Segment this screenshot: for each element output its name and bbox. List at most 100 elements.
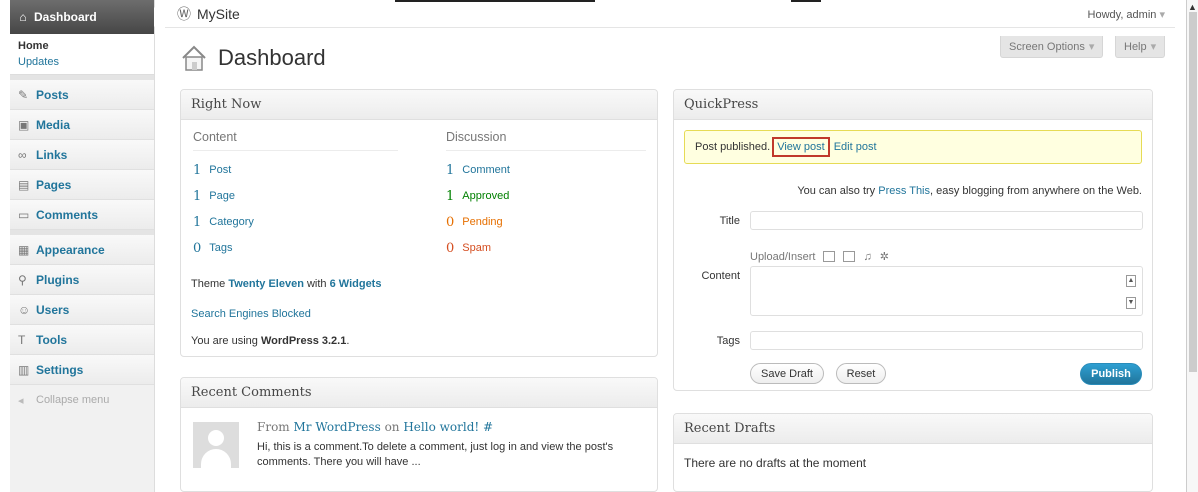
scroll-up-icon[interactable]: ▲ <box>1188 2 1197 12</box>
collapse-menu-button[interactable]: ◂ Collapse menu <box>10 385 154 415</box>
row-label[interactable]: Category <box>209 216 254 228</box>
upload-insert-toolbar: Upload/Insert ♫ ✲ <box>750 250 889 264</box>
appearance-icon: ▦ <box>18 242 30 257</box>
row-label[interactable]: Approved <box>462 190 509 202</box>
add-media-icon[interactable]: ✲ <box>880 250 889 263</box>
comment-post-link[interactable]: Hello world! <box>403 420 479 434</box>
sidebar-item-pages[interactable]: ▤ Pages <box>10 170 154 200</box>
content-label: Content <box>701 270 740 282</box>
count[interactable]: 1 <box>446 189 454 204</box>
row-label[interactable]: Page <box>209 190 235 202</box>
row-label[interactable]: Pending <box>462 216 502 228</box>
tags-input[interactable] <box>750 331 1143 350</box>
scroll-up-icon[interactable]: ▲ <box>1126 275 1136 287</box>
site-title-link[interactable]: Ⓦ MySite <box>177 4 240 24</box>
content-row-tags[interactable]: 0 Tags <box>193 235 398 261</box>
quickpress-widget: QuickPress Post published. View post Edi… <box>673 89 1153 391</box>
sidebar-item-label: Appearance <box>36 242 105 257</box>
sidebar-item-links[interactable]: ∞ Links <box>10 140 154 170</box>
count[interactable]: 1 <box>446 163 454 178</box>
theme-info: Theme Twenty Eleven with 6 Widgets <box>191 278 381 290</box>
press-this-link[interactable]: Press This <box>878 185 930 197</box>
hint-suffix: , easy blogging from anywhere on the Web… <box>930 185 1142 197</box>
media-icon: ▣ <box>18 117 30 132</box>
help-label: Help <box>1124 40 1147 53</box>
sidebar-item-comments[interactable]: ▭ Comments <box>10 200 154 230</box>
sidebar-item-label: Users <box>36 302 70 317</box>
sidebar-item-dashboard[interactable]: ⌂ Dashboard <box>10 0 164 34</box>
count[interactable]: 0 <box>446 215 454 230</box>
collapse-arrow-icon: ◂ <box>18 394 24 407</box>
row-label[interactable]: Post <box>209 164 231 176</box>
page-heading: Dashboard <box>180 44 326 72</box>
user-menu[interactable]: Howdy, admin ▾ <box>1088 8 1165 21</box>
sidebar-item-media[interactable]: ▣ Media <box>10 110 154 140</box>
content-row-pages[interactable]: 1 Page <box>193 183 398 209</box>
link-icon: ∞ <box>18 147 27 162</box>
count[interactable]: 1 <box>193 189 201 204</box>
add-image-icon[interactable] <box>823 251 836 262</box>
discussion-row-pending[interactable]: 0 Pending <box>446 209 646 235</box>
sidebar-item-plugins[interactable]: ⚲ Plugins <box>10 265 154 295</box>
notice-text: Post published. <box>695 141 771 153</box>
sidebar-item-label: Pages <box>36 177 72 192</box>
help-button[interactable]: Help ▾ <box>1115 36 1166 58</box>
sidebar-item-label: Plugins <box>36 272 80 287</box>
widget-title: QuickPress <box>674 90 1152 120</box>
sidebar-item-label: Comments <box>36 207 99 222</box>
discussion-heading: Discussion <box>446 130 646 151</box>
content-row-categories[interactable]: 1 Category <box>193 209 398 235</box>
submenu-home[interactable]: Home <box>18 38 154 54</box>
view-post-link[interactable]: View post <box>772 137 830 157</box>
submenu-updates[interactable]: Updates <box>18 56 59 68</box>
recent-drafts-widget: Recent Drafts There are no drafts at the… <box>673 413 1153 492</box>
wordpress-version: WordPress 3.2.1 <box>260 335 347 347</box>
save-draft-button[interactable]: Save Draft <box>750 363 824 384</box>
content-row-posts[interactable]: 1 Post <box>193 157 398 183</box>
sidebar-item-tools[interactable]: T Tools <box>10 325 154 355</box>
version-suffix: . <box>346 335 350 347</box>
admin-header: Ⓦ MySite Howdy, admin ▾ <box>165 0 1175 28</box>
comment-meta: From Mr WordPress on Hello world! # <box>257 420 493 434</box>
right-now-widget: Right Now Content 1 Post 1 Page 1 Category … <box>180 89 658 357</box>
sidebar-item-label: Posts <box>36 87 69 102</box>
widgets-link[interactable]: 6 Widgets <box>330 278 382 290</box>
edit-post-link[interactable]: Edit post <box>834 141 877 153</box>
comment-permalink[interactable]: # <box>483 420 493 434</box>
discussion-row-spam[interactable]: 0 Spam <box>446 235 646 261</box>
page-title: Dashboard <box>218 45 326 70</box>
row-label[interactable]: Comment <box>462 164 510 176</box>
search-engines-blocked-link[interactable]: Search Engines Blocked <box>191 308 311 320</box>
title-input[interactable] <box>750 211 1143 230</box>
chevron-down-icon: ▾ <box>1150 41 1157 53</box>
theme-with: with <box>306 278 327 290</box>
comment-author-link[interactable]: Mr WordPress <box>294 420 381 434</box>
from-label: From <box>257 420 290 434</box>
row-label[interactable]: Spam <box>462 242 491 254</box>
add-audio-icon[interactable]: ♫ <box>863 251 871 263</box>
count[interactable]: 0 <box>446 241 454 256</box>
sidebar-item-users[interactable]: ☺ Users <box>10 295 154 325</box>
discussion-row-comments[interactable]: 1 Comment <box>446 157 646 183</box>
count[interactable]: 1 <box>193 163 201 178</box>
publish-button[interactable]: Publish <box>1080 363 1142 385</box>
discussion-column: Discussion 1 Comment 1 Approved 0 Pending 0… <box>446 130 646 261</box>
add-video-icon[interactable] <box>843 251 856 262</box>
reset-button[interactable]: Reset <box>836 363 886 384</box>
content-textarea[interactable]: ▲ ▼ <box>750 266 1143 316</box>
sidebar-item-appearance[interactable]: ▦ Appearance <box>10 235 154 265</box>
sidebar-item-posts[interactable]: ✎ Posts <box>10 80 154 110</box>
page-scrollbar[interactable]: ▲ <box>1186 0 1198 492</box>
content-column: Content 1 Post 1 Page 1 Category 0 Tags <box>193 130 398 261</box>
howdy-label: Howdy, admin <box>1087 9 1157 21</box>
count[interactable]: 0 <box>193 241 201 256</box>
screen-options-button[interactable]: Screen Options ▾ <box>1000 36 1104 58</box>
scroll-down-icon[interactable]: ▼ <box>1126 297 1136 309</box>
discussion-row-approved[interactable]: 1 Approved <box>446 183 646 209</box>
row-label[interactable]: Tags <box>209 242 232 254</box>
scrollbar-thumb[interactable] <box>1189 12 1197 372</box>
sidebar-item-settings[interactable]: ▥ Settings <box>10 355 154 385</box>
home-icon: ⌂ <box>19 10 27 24</box>
count[interactable]: 1 <box>193 215 201 230</box>
theme-link[interactable]: Twenty Eleven <box>228 278 304 290</box>
